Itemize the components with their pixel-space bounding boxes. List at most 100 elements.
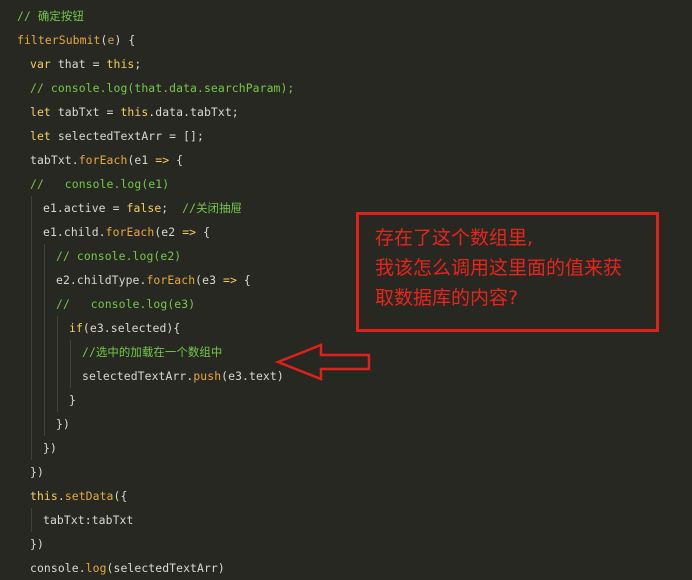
indent-guide <box>31 292 32 316</box>
indent-guide <box>70 364 71 388</box>
code-token-text: that = <box>50 57 107 71</box>
code-line-content: }) <box>30 532 44 556</box>
code-line: tabTxt:tabTxt <box>0 508 692 532</box>
code-line-content: //选中的加载在一个数组中 <box>82 340 222 364</box>
indent-guide <box>31 196 32 220</box>
indent-guide <box>31 316 32 340</box>
code-line: }) <box>0 532 692 556</box>
indent-guide <box>31 340 32 364</box>
annotation-line-1: 存在了这个数组里, <box>375 227 534 249</box>
code-line: this.setData({ <box>0 484 692 508</box>
code-line: }) <box>0 436 692 460</box>
code-token-text: }) <box>30 465 44 479</box>
code-line: }) <box>0 460 692 484</box>
indent-guide <box>44 316 45 340</box>
code-token-comment: //选中的加载在一个数组中 <box>82 345 223 359</box>
code-line: selectedTextArr.push(e3.text) <box>0 364 692 388</box>
indent-guide <box>44 412 45 436</box>
indent-guide <box>44 244 45 268</box>
code-token-keyword: let <box>30 129 51 143</box>
code-token-text: (e3.selected){ <box>82 321 181 335</box>
code-token-keyword: let <box>30 105 51 119</box>
code-line: let selectedTextArr = []; <box>0 124 692 148</box>
indent-guide <box>44 292 45 316</box>
code-line-content: console.log(selectedTextArr) <box>30 556 225 580</box>
code-token-function: log <box>85 561 107 575</box>
code-token-text: tabTxt = <box>50 105 121 119</box>
code-line-content: }) <box>43 436 57 460</box>
code-line-content: tabTxt:tabTxt <box>43 508 133 532</box>
indent-guide <box>44 340 45 364</box>
indent-guide <box>44 268 45 292</box>
code-token-text: { <box>236 273 251 287</box>
code-token-text: e2.childType. <box>56 273 147 287</box>
code-token-text: ; <box>161 201 183 215</box>
indent-guide <box>31 244 32 268</box>
code-line-content: e1.active = false; //关闭抽屉 <box>43 196 242 220</box>
code-token-text: ) { <box>114 33 136 47</box>
code-token-text: (e2 <box>154 225 183 239</box>
code-token-text: selectedTextArr. <box>82 369 194 383</box>
code-token-text: { <box>169 153 184 167</box>
indent-guide <box>31 268 32 292</box>
indent-guide <box>44 388 45 412</box>
code-line: // 确定按钮 <box>0 4 692 28</box>
indent-guide <box>31 388 32 412</box>
code-line-content: }) <box>30 460 44 484</box>
code-token-text: }) <box>30 537 44 551</box>
code-token-keyword: => <box>155 153 170 167</box>
code-line: // console.log(that.data.searchParam); <box>0 76 692 100</box>
code-line-content: selectedTextArr.push(e3.text) <box>82 364 284 388</box>
code-token-comment: // console.log(that.data.searchParam); <box>30 81 295 95</box>
code-token-text: }) <box>43 441 57 455</box>
code-token-text: (e3 <box>195 273 224 287</box>
code-line-content: this.setData({ <box>30 484 127 508</box>
code-line-content: let selectedTextArr = []; <box>30 124 204 148</box>
indent-guide <box>57 340 58 364</box>
code-token-function: forEach <box>146 273 196 287</box>
code-line-content: tabTxt.forEach(e1 => { <box>30 148 183 172</box>
code-token-text: e1.active = <box>43 201 127 215</box>
code-line-content: } <box>69 388 76 412</box>
code-token-text: . <box>57 489 65 503</box>
code-line-content: // console.log(that.data.searchParam); <box>30 76 294 100</box>
code-token-function: push <box>193 369 222 383</box>
code-token-keyword: => <box>182 225 197 239</box>
code-token-function: forEach <box>105 225 155 239</box>
code-token-text: (e3.text) <box>221 369 284 383</box>
code-token-text: e1.child. <box>43 225 106 239</box>
code-token-function: forEach <box>78 153 128 167</box>
code-line-content: // console.log(e1) <box>30 172 169 196</box>
code-line-content: // console.log(e2) <box>56 244 181 268</box>
code-token-text: ; <box>134 57 142 71</box>
indent-guide <box>31 436 32 460</box>
code-line-content: e1.child.forEach(e2 => { <box>43 220 210 244</box>
indent-guide <box>70 340 71 364</box>
code-line: filterSubmit(e) { <box>0 28 692 52</box>
code-line: }) <box>0 412 692 436</box>
code-line: tabTxt.forEach(e1 => { <box>0 148 692 172</box>
code-token-comment: // console.log(e3) <box>56 297 196 311</box>
code-line-content: // 确定按钮 <box>17 4 84 28</box>
indent-guide <box>31 412 32 436</box>
code-token-keyword: var <box>30 57 51 71</box>
indent-guide <box>44 364 45 388</box>
code-token-comment: // console.log(e1) <box>30 177 170 191</box>
code-line: // console.log(e1) <box>0 172 692 196</box>
indent-guide <box>31 364 32 388</box>
code-line-content: filterSubmit(e) { <box>17 28 135 52</box>
code-line-content: }) <box>56 412 70 436</box>
code-token-keyword: => <box>223 273 237 287</box>
code-token-text: selectedTextArr = []; <box>50 129 204 143</box>
code-line-content: if(e3.selected){ <box>69 316 180 340</box>
code-token-keyword: this <box>106 57 135 71</box>
code-token-keyword: if <box>69 321 83 335</box>
code-token-text: .data.tabTxt; <box>148 105 239 119</box>
code-token-text: tabTxt. <box>30 153 79 167</box>
code-token-text: { <box>196 225 211 239</box>
code-line: } <box>0 388 692 412</box>
code-token-text: (e1 <box>127 153 156 167</box>
indent-guide <box>31 220 32 244</box>
code-line: console.log(selectedTextArr) <box>0 556 692 580</box>
code-line: var that = this; <box>0 52 692 76</box>
